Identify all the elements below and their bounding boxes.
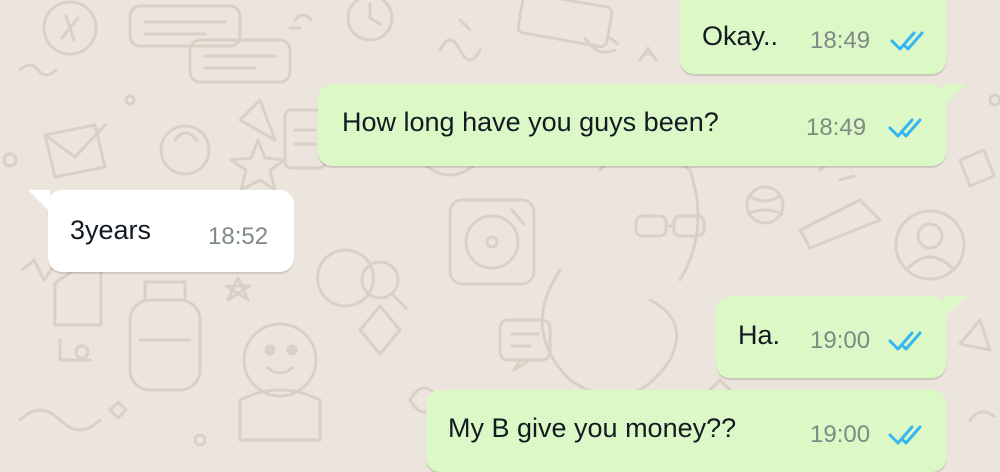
message-text: Ha.	[738, 320, 781, 350]
bubble-tail	[944, 296, 966, 318]
message-text: Okay..	[702, 21, 779, 51]
message-bubble-outgoing[interactable]: My B give you money?? 19:00	[426, 390, 946, 472]
message-text: How long have you guys been?	[342, 107, 719, 137]
message-text: 3years	[70, 215, 152, 245]
double-check-icon	[890, 31, 924, 51]
double-check-icon	[888, 331, 922, 351]
message-timestamp: 19:00	[810, 327, 871, 354]
message-bubble-outgoing[interactable]: How long have you guys been? 18:49	[318, 84, 966, 166]
message-timestamp: 18:49	[806, 114, 867, 141]
chat-thread: Okay.. 18:49 How long have you guys been…	[0, 0, 1000, 472]
message-bubble-outgoing[interactable]: Okay.. 18:49	[680, 0, 946, 74]
bubble-tail	[944, 84, 966, 106]
double-check-icon	[888, 118, 922, 138]
message-timestamp: 19:00	[810, 421, 871, 448]
message-text: My B give you money??	[448, 413, 737, 443]
message-timestamp: 18:52	[208, 223, 269, 250]
message-bubble-incoming[interactable]: 3years 18:52	[28, 190, 294, 272]
double-check-icon	[888, 425, 922, 445]
bubble-tail	[28, 190, 50, 212]
message-bubble-outgoing[interactable]: Ha. 19:00	[716, 296, 966, 378]
message-timestamp: 18:49	[810, 27, 871, 54]
